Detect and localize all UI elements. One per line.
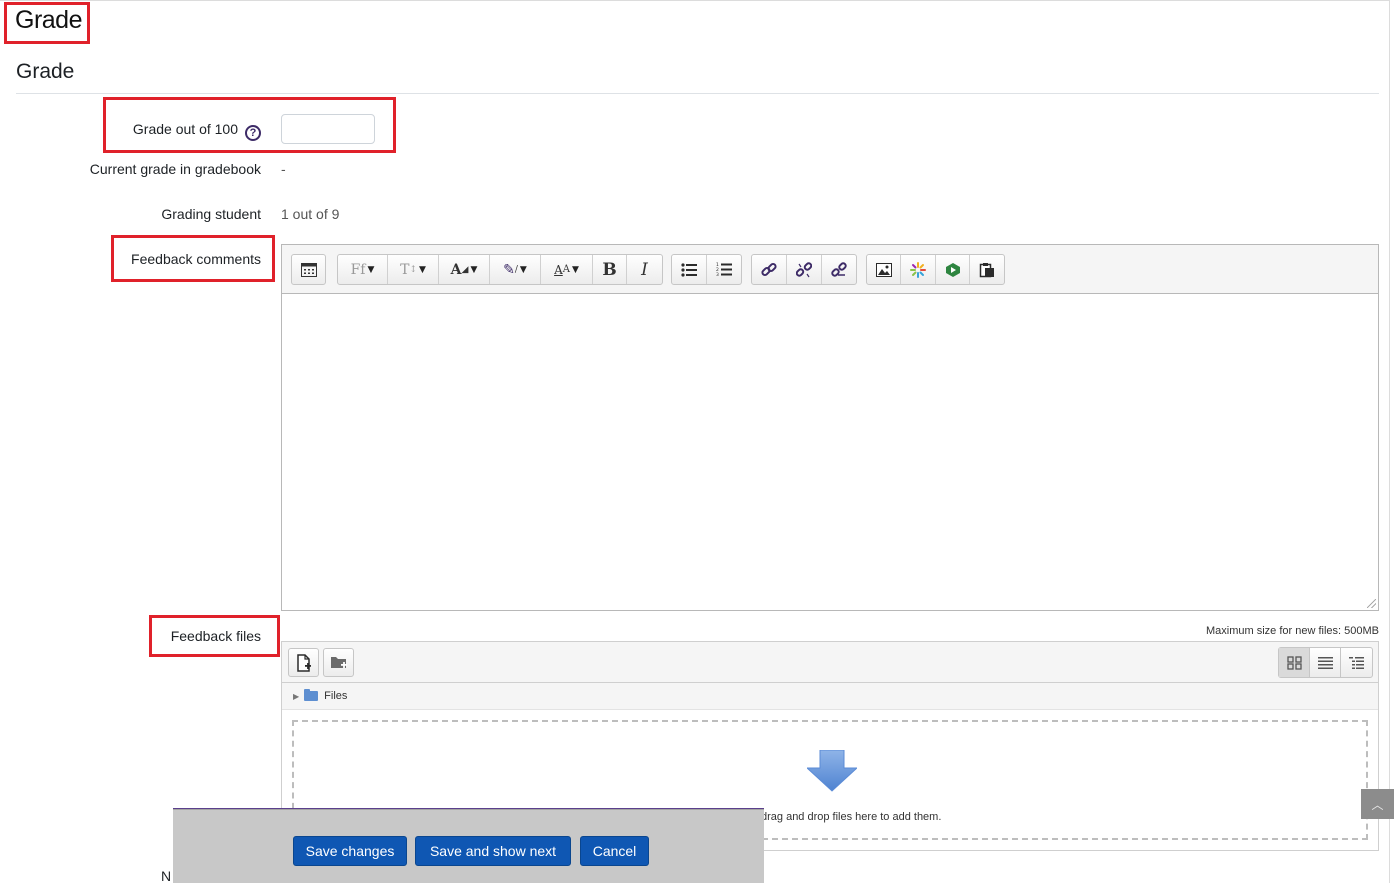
font-family-icon[interactable]: Ff ▼ [338, 255, 388, 284]
toolbar-group-media [866, 254, 1005, 285]
tree-view-icon[interactable] [1341, 648, 1372, 677]
toolbar-group-collapse [291, 254, 326, 285]
media-sparkle-icon[interactable] [901, 255, 936, 284]
file-path-breadcrumb: ▶ Files [282, 683, 1378, 710]
save-and-show-next-button[interactable]: Save and show next [415, 836, 571, 866]
ordered-list-icon[interactable]: 123 [707, 255, 741, 284]
italic-icon[interactable]: I [627, 255, 662, 284]
font-size-icon[interactable]: T ↕ ▼ [388, 255, 439, 284]
next-field-label-partial: N [161, 868, 172, 884]
svg-text:3: 3 [716, 272, 719, 277]
add-file-icon[interactable] [288, 648, 319, 677]
editor-toolbar: Ff ▼ T ↕ ▼ A ◢ ▼ ✎ / ▼ A A ▼ B I 123 [282, 245, 1378, 294]
save-changes-label: Save changes [305, 843, 395, 859]
section-divider [16, 93, 1379, 94]
create-folder-icon[interactable] [323, 648, 354, 677]
unlink-icon[interactable] [787, 255, 822, 284]
drop-arrow-icon [807, 750, 857, 792]
annotation-box-heading [4, 2, 90, 44]
cancel-label: Cancel [592, 843, 637, 859]
section-title: Grade [16, 60, 75, 83]
grading-student-label: Grading student [161, 206, 261, 222]
annotation-box-feedback-files [149, 615, 280, 657]
kaltura-icon[interactable] [936, 255, 970, 284]
folder-icon [304, 689, 319, 701]
toolbar-group-lists: 123 [671, 254, 742, 285]
cancel-button[interactable]: Cancel [580, 836, 649, 866]
unordered-list-icon[interactable] [672, 255, 707, 284]
max-size-note: Maximum size for new files: 500MB [1206, 625, 1379, 637]
expand-triangle-icon[interactable]: ▶ [293, 692, 299, 701]
view-mode-toggle [1278, 647, 1373, 678]
editor-content-area[interactable] [282, 295, 1378, 610]
toolbar-group-links [751, 254, 857, 285]
atto-collapse-icon[interactable] [292, 255, 325, 284]
font-color-icon[interactable]: A ◢ ▼ [439, 255, 490, 284]
link-icon[interactable] [752, 255, 787, 284]
annotation-box-grade [103, 97, 396, 153]
current-grade-label: Current grade in gradebook [89, 161, 261, 177]
bold-icon[interactable]: B [593, 255, 627, 284]
annotation-box-feedback-comments [111, 235, 275, 282]
feedback-editor: Ff ▼ T ↕ ▼ A ◢ ▼ ✎ / ▼ A A ▼ B I 123 [281, 244, 1379, 611]
save-and-show-next-label: Save and show next [429, 843, 557, 859]
text-style-icon[interactable]: A A ▼ [541, 255, 593, 284]
sticky-action-footer: Save changes Save and show next Cancel [173, 809, 764, 883]
chevron-up-icon: ︿ [1371, 797, 1384, 812]
back-to-top-button[interactable]: ︿ [1361, 789, 1394, 819]
icon-view-icon[interactable] [1279, 648, 1310, 677]
folder-name[interactable]: Files [324, 690, 347, 702]
toolbar-group-style: Ff ▼ T ↕ ▼ A ◢ ▼ ✎ / ▼ A A ▼ B I [337, 254, 663, 285]
list-view-icon[interactable] [1310, 648, 1341, 677]
save-changes-button[interactable]: Save changes [293, 836, 407, 866]
paste-icon[interactable] [970, 255, 1004, 284]
file-manager-toolbar [282, 642, 1378, 683]
resize-handle-icon[interactable] [1367, 599, 1376, 608]
image-icon[interactable] [867, 255, 901, 284]
anchor-link-icon[interactable] [822, 255, 856, 284]
current-grade-value: - [281, 161, 286, 177]
grading-student-value: 1 out of 9 [281, 206, 340, 222]
highlight-color-icon[interactable]: ✎ / ▼ [490, 255, 541, 284]
